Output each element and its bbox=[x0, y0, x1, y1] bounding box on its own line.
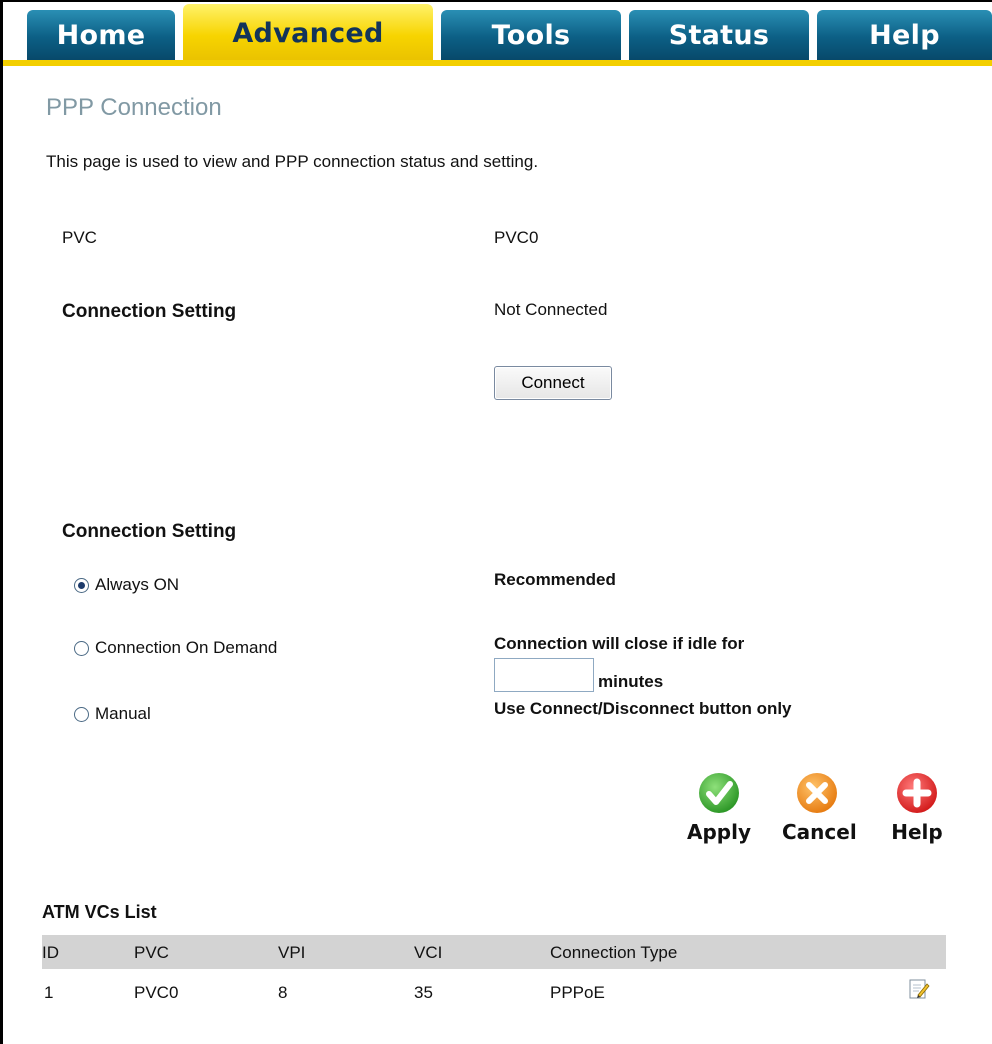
tab-bar: Home Advanced Tools Status Help bbox=[3, 2, 992, 62]
option-always-on[interactable]: Always ON bbox=[74, 575, 179, 595]
page-title: PPP Connection bbox=[46, 94, 222, 121]
atm-vcs-list-title: ATM VCs List bbox=[42, 902, 157, 922]
help-label: Help bbox=[891, 820, 943, 844]
page-description: This page is used to view and PPP connec… bbox=[46, 152, 539, 171]
manual-note: Use Connect/Disconnect button only bbox=[494, 699, 792, 718]
minutes-label: minutes bbox=[598, 672, 664, 691]
idle-timeout-label: Connection will close if idle for bbox=[494, 634, 745, 653]
row-id: 1 bbox=[44, 983, 54, 1002]
apply-label: Apply bbox=[686, 820, 751, 844]
radio-selected-dot bbox=[78, 581, 85, 589]
tab-tools[interactable]: Tools bbox=[441, 10, 621, 60]
connection-status-heading: Connection Setting bbox=[62, 301, 237, 322]
plus-icon bbox=[897, 773, 937, 813]
column-header-vci: VCI bbox=[414, 943, 443, 962]
pvc-label: PVC bbox=[62, 228, 97, 247]
always-on-radio[interactable] bbox=[74, 577, 89, 593]
column-header-connection-type: Connection Type bbox=[550, 943, 678, 962]
row-vci: 35 bbox=[414, 983, 433, 1002]
option-connection-on-demand[interactable]: Connection On Demand bbox=[74, 638, 277, 658]
row-pvc: PVC0 bbox=[134, 983, 179, 1002]
column-header-vpi: VPI bbox=[278, 943, 306, 962]
connection-setting-heading: Connection Setting bbox=[62, 521, 237, 542]
tab-help[interactable]: Help bbox=[817, 10, 992, 60]
cancel-label: Cancel bbox=[782, 820, 857, 844]
checkmark-icon bbox=[699, 773, 739, 813]
x-icon bbox=[797, 773, 837, 813]
always-on-label: Always ON bbox=[95, 575, 180, 594]
tab-home[interactable]: Home bbox=[27, 10, 175, 60]
recommended-note: Recommended bbox=[494, 570, 616, 589]
on-demand-radio[interactable] bbox=[74, 640, 89, 656]
tab-underline bbox=[3, 60, 992, 66]
connect-button[interactable]: Connect bbox=[494, 366, 612, 400]
tab-status[interactable]: Status bbox=[629, 10, 809, 60]
idle-minutes-input[interactable] bbox=[494, 658, 594, 692]
table-row: 1 PVC0 8 35 PPPoE bbox=[42, 975, 946, 1011]
connection-status: Not Connected bbox=[494, 300, 608, 319]
edit-icon[interactable] bbox=[908, 978, 930, 1000]
help-button[interactable]: Help bbox=[882, 772, 952, 844]
row-connection-type: PPPoE bbox=[550, 983, 605, 1002]
tab-advanced[interactable]: Advanced bbox=[183, 4, 433, 62]
option-manual[interactable]: Manual bbox=[74, 704, 151, 724]
column-header-id: ID bbox=[42, 943, 59, 962]
manual-label: Manual bbox=[95, 704, 151, 723]
cancel-button[interactable]: Cancel bbox=[782, 772, 857, 844]
row-vpi: 8 bbox=[278, 983, 288, 1002]
on-demand-label: Connection On Demand bbox=[95, 638, 278, 657]
frame-left-border bbox=[0, 0, 3, 1044]
pvc-value: PVC0 bbox=[494, 228, 539, 247]
column-header-pvc: PVC bbox=[134, 943, 169, 962]
manual-radio[interactable] bbox=[74, 706, 89, 722]
apply-button[interactable]: Apply bbox=[684, 772, 754, 844]
atm-table-header: ID PVC VPI VCI Connection Type bbox=[42, 935, 946, 969]
